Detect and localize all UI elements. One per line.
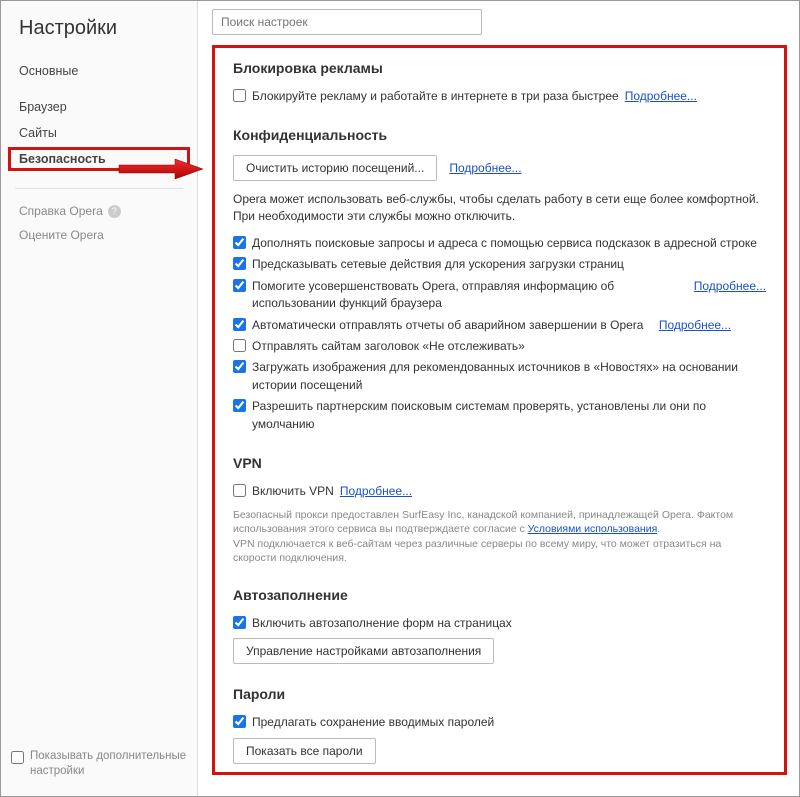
sidebar-help[interactable]: Справка Opera ? [1,199,197,223]
sidebar-help-label: Справка Opera [19,204,103,218]
privacy-opt3-checkbox[interactable] [233,279,246,292]
passwords-label: Предлагать сохранение вводимых паролей [252,714,494,731]
page-title: Настройки [1,11,197,58]
sidebar-item-sites[interactable]: Сайты [1,120,197,146]
autofill-title: Автозаполнение [233,587,766,603]
nav-primary: Основные [1,58,197,94]
sidebar: Настройки Основные Браузер Сайты Безопас… [1,1,198,796]
privacy-opt6-label: Загружать изображения для рекомендованны… [252,359,766,394]
privacy-title: Конфиденциальность [233,127,766,143]
divider [15,188,183,189]
vpn-terms-link[interactable]: Условиями использования [528,523,658,535]
show-advanced-row: Показывать дополнительные настройки [1,739,197,796]
search-input[interactable] [212,9,482,35]
privacy-more-link[interactable]: Подробнее... [449,161,521,175]
sidebar-item-basic[interactable]: Основные [1,58,197,84]
clear-history-button[interactable]: Очистить историю посещений... [233,155,437,181]
vpn-more-link[interactable]: Подробнее... [340,483,412,500]
main: Блокировка рекламы Блокируйте рекламу и … [198,1,799,796]
vpn-fine1b: . [657,523,660,535]
vpn-fineprint: Безопасный прокси предоставлен SurfEasy … [233,508,766,565]
privacy-opt2-label: Предсказывать сетевые действия для ускор… [252,256,624,273]
adblock-title: Блокировка рекламы [233,60,766,76]
vpn-fine2: VPN подключается к веб-сайтам через разл… [233,538,721,564]
privacy-opt5-checkbox[interactable] [233,339,246,352]
autofill-label: Включить автозаполнение форм на страница… [252,615,512,632]
settings-content: Блокировка рекламы Блокируйте рекламу и … [212,45,787,775]
privacy-opt3-label: Помогите усовершенствовать Opera, отправ… [252,278,678,313]
privacy-opt4-checkbox[interactable] [233,318,246,331]
vpn-label: Включить VPN [252,483,334,500]
section-privacy: Конфиденциальность Очистить историю посе… [233,127,766,433]
section-adblock: Блокировка рекламы Блокируйте рекламу и … [233,60,766,105]
privacy-opt6-checkbox[interactable] [233,360,246,373]
section-autofill: Автозаполнение Включить автозаполнение ф… [233,587,766,664]
show-advanced-checkbox[interactable] [11,751,24,764]
privacy-opt4-more[interactable]: Подробнее... [659,317,731,334]
show-advanced-label: Показывать дополнительные настройки [30,749,187,778]
vpn-checkbox[interactable] [233,484,246,497]
autofill-manage-button[interactable]: Управление настройками автозаполнения [233,638,494,664]
sidebar-rate[interactable]: Оцените Opera [1,223,197,247]
vpn-title: VPN [233,455,766,471]
privacy-desc: Opera может использовать веб-службы, что… [233,191,766,225]
help-icon: ? [108,205,121,218]
section-vpn: VPN Включить VPN Подробнее... Безопасный… [233,455,766,565]
sidebar-item-browser[interactable]: Браузер [1,94,197,120]
adblock-more-link[interactable]: Подробнее... [625,88,697,105]
nav-secondary: Браузер Сайты Безопасность [1,94,197,182]
sidebar-rate-label: Оцените Opera [19,228,104,242]
adblock-label: Блокируйте рекламу и работайте в интерне… [252,88,619,105]
privacy-opt2-checkbox[interactable] [233,257,246,270]
privacy-opt5-label: Отправлять сайтам заголовок «Не отслежив… [252,338,525,355]
privacy-opt4-label: Автоматически отправлять отчеты об авари… [252,317,643,334]
privacy-opt7-label: Разрешить партнерским поисковым системам… [252,398,766,433]
passwords-title: Пароли [233,686,766,702]
privacy-opt1-label: Дополнять поисковые запросы и адреса с п… [252,235,757,252]
autofill-checkbox[interactable] [233,616,246,629]
sidebar-item-security[interactable]: Безопасность [9,148,189,170]
privacy-opt3-more[interactable]: Подробнее... [694,278,766,295]
privacy-opt1-checkbox[interactable] [233,236,246,249]
passwords-show-button[interactable]: Показать все пароли [233,738,376,764]
passwords-checkbox[interactable] [233,715,246,728]
privacy-opt7-checkbox[interactable] [233,399,246,412]
adblock-checkbox[interactable] [233,89,246,102]
section-passwords: Пароли Предлагать сохранение вводимых па… [233,686,766,763]
